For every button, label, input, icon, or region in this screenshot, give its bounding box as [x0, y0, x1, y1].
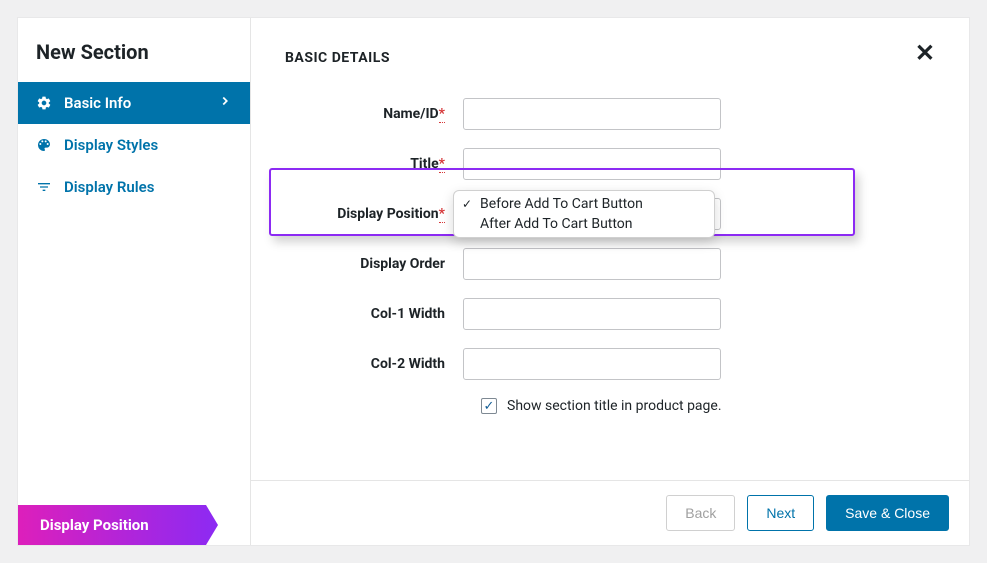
modal-container: New Section Basic Info Display Styles — [18, 18, 969, 545]
chevron-right-icon — [218, 94, 232, 112]
col2-width-input[interactable] — [463, 348, 721, 380]
label-col2-width: Col-2 Width — [285, 356, 463, 372]
display-order-input[interactable] — [463, 248, 721, 280]
close-icon: ✕ — [915, 40, 935, 67]
sidebar-tab-display-rules[interactable]: Display Rules — [18, 166, 250, 208]
required-mark: * — [439, 206, 445, 223]
show-title-checkbox-label: Show section title in product page. — [507, 398, 722, 414]
label-name-id: Name/ID* — [285, 106, 463, 122]
sidebar-tab-display-styles[interactable]: Display Styles — [18, 124, 250, 166]
filter-icon — [36, 179, 52, 195]
display-position-select-wrap: ▾ ✓ Before Add To Cart Button After Add … — [463, 198, 721, 230]
back-button[interactable]: Back — [666, 495, 735, 531]
sidebar-tab-label: Display Rules — [64, 178, 154, 196]
save-close-button[interactable]: Save & Close — [826, 495, 949, 531]
dropdown-option-after[interactable]: After Add To Cart Button — [454, 214, 714, 234]
display-position-dropdown: ✓ Before Add To Cart Button After Add To… — [453, 190, 715, 238]
checkbox-row-show-title: ✓ Show section title in product page. — [481, 398, 935, 414]
footer: Back Next Save & Close — [251, 480, 969, 545]
next-button[interactable]: Next — [747, 495, 814, 531]
gear-icon — [36, 95, 52, 111]
main-header: BASIC DETAILS ✕ — [251, 18, 969, 76]
form-row-title: Title* — [285, 148, 935, 180]
label-display-position: Display Position* — [285, 206, 463, 222]
form-body: Name/ID* Title* Display Position* — [251, 76, 969, 480]
sidebar-title: New Section — [18, 18, 250, 82]
checkmark-icon: ✓ — [484, 399, 495, 414]
form-row-name-id: Name/ID* — [285, 98, 935, 130]
sidebar-tab-label: Basic Info — [64, 94, 131, 112]
dropdown-option-before[interactable]: ✓ Before Add To Cart Button — [454, 194, 714, 214]
main-panel: BASIC DETAILS ✕ Name/ID* Title* — [250, 18, 969, 545]
palette-icon — [36, 137, 52, 153]
option-label: Before Add To Cart Button — [480, 196, 643, 212]
form-row-col1-width: Col-1 Width — [285, 298, 935, 330]
title-input[interactable] — [463, 148, 721, 180]
sidebar: New Section Basic Info Display Styles — [18, 18, 250, 545]
required-mark: * — [439, 156, 445, 173]
form-row-display-position: Display Position* ▾ ✓ Before Add To Cart… — [285, 198, 935, 230]
label-col1-width: Col-1 Width — [285, 306, 463, 322]
close-button[interactable]: ✕ — [915, 42, 935, 66]
col1-width-input[interactable] — [463, 298, 721, 330]
option-label: After Add To Cart Button — [480, 216, 633, 232]
form-row-display-order: Display Order — [285, 248, 935, 280]
sidebar-tab-label: Display Styles — [64, 136, 158, 154]
tooltip-caption: Display Position — [18, 505, 218, 545]
panel-title: BASIC DETAILS — [285, 50, 390, 66]
required-mark: * — [439, 106, 445, 123]
name-id-input[interactable] — [463, 98, 721, 130]
tooltip-caption-label: Display Position — [40, 516, 149, 534]
label-title: Title* — [285, 156, 463, 172]
label-display-order: Display Order — [285, 256, 463, 272]
sidebar-tabs: Basic Info Display Styles Display Rules — [18, 82, 250, 208]
show-title-checkbox[interactable]: ✓ — [481, 398, 497, 414]
check-icon: ✓ — [462, 197, 476, 211]
sidebar-tab-basic-info[interactable]: Basic Info — [18, 82, 250, 124]
form-row-col2-width: Col-2 Width — [285, 348, 935, 380]
